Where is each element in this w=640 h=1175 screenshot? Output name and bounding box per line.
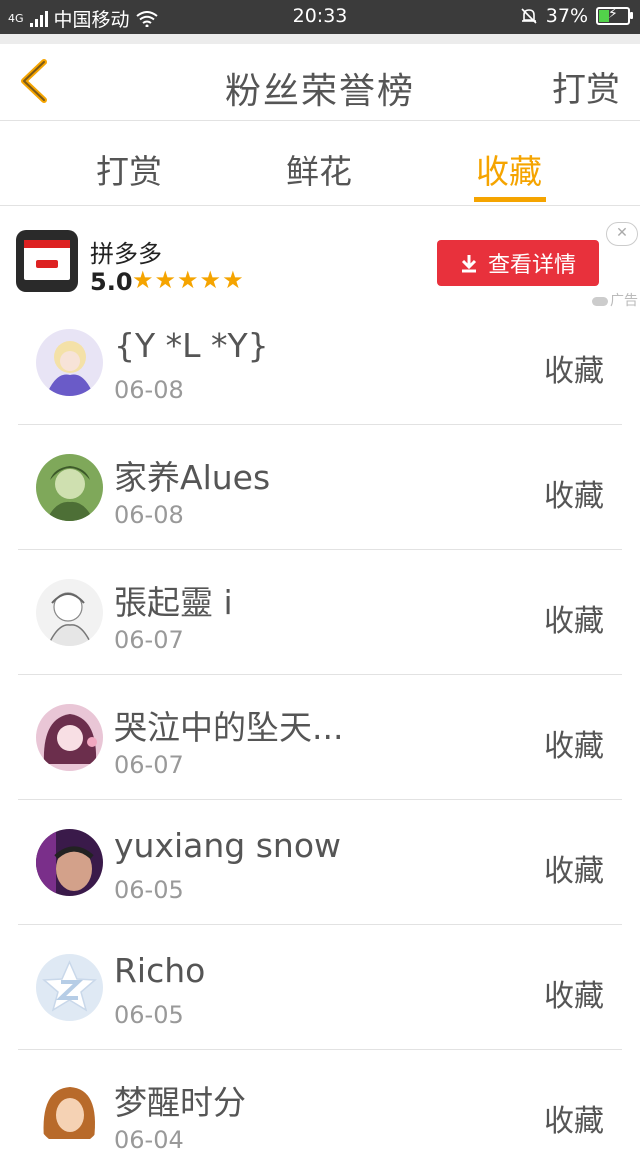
fan-date: 06-05 (114, 1001, 184, 1029)
fan-name: 家养Alues (114, 458, 271, 497)
tab-reward[interactable]: 打赏 (96, 145, 162, 193)
fan-date: 06-08 (114, 376, 184, 404)
list-item[interactable]: 哭泣中的坠天... 06-07 收藏 (0, 675, 640, 800)
fan-action: 收藏 (544, 479, 604, 514)
fan-date: 06-07 (114, 626, 184, 654)
avatar-image (36, 829, 103, 896)
fan-action: 收藏 (544, 979, 604, 1014)
tab-bar: 打赏 鲜花 收藏 (0, 121, 640, 206)
fan-date: 06-07 (114, 751, 184, 779)
ad-banner[interactable]: 拼多多 5.0 ★★★★★ 查看详情 ✕ 广告 (0, 206, 640, 310)
active-tab-indicator (474, 197, 546, 202)
fan-date: 06-05 (114, 876, 184, 904)
list-item[interactable]: yuxiang snow 06-05 收藏 (0, 800, 640, 925)
fan-name: 哭泣中的坠天... (114, 708, 344, 747)
fan-name: yuxiang snow (114, 826, 342, 865)
avatar[interactable] (36, 704, 103, 771)
fan-action: 收藏 (544, 729, 604, 764)
ad-rating: 5.0 (90, 268, 133, 296)
bell-muted-icon (521, 8, 537, 24)
fan-name: 張起靈 i (114, 583, 233, 622)
avatar[interactable] (36, 579, 103, 646)
fan-date: 06-04 (114, 1126, 184, 1154)
list-item[interactable]: 家养Alues 06-08 收藏 (0, 425, 640, 550)
reward-button[interactable]: 打赏 (552, 62, 620, 111)
ad-app-name: 拼多多 (90, 240, 162, 268)
avatar[interactable] (36, 1079, 103, 1146)
ad-details-button[interactable]: 查看详情 (437, 240, 599, 286)
avatar-image (36, 579, 103, 646)
avatar[interactable] (36, 829, 103, 896)
ad-close-button[interactable]: ✕ (606, 222, 638, 246)
download-icon (461, 255, 477, 273)
fan-date: 06-08 (114, 501, 184, 529)
fan-list: {Y *L *Y} 06-08 收藏 家养Alues 06-08 收藏 張起靈 … (0, 300, 640, 1175)
fan-action: 收藏 (544, 604, 604, 639)
ad-button-label: 查看详情 (487, 253, 576, 278)
list-item[interactable]: 梦醒时分 06-04 收藏 (0, 1050, 640, 1175)
battery-percent: 37% (545, 5, 588, 27)
list-item[interactable]: 張起靈 i 06-07 收藏 (0, 550, 640, 675)
fan-action: 收藏 (544, 354, 604, 389)
navigation-header: 粉丝荣誉榜 打赏 (0, 44, 640, 121)
avatar[interactable] (36, 329, 103, 396)
fan-name: 梦醒时分 (114, 1083, 246, 1122)
fan-name: Richo (114, 951, 206, 990)
bolt-icon: ⚡ (608, 6, 618, 22)
list-item[interactable]: Richo 06-05 收藏 (0, 925, 640, 1050)
tab-favorites[interactable]: 收藏 (476, 145, 542, 193)
avatar-image (36, 329, 103, 396)
page-title: 粉丝荣誉榜 (224, 71, 415, 112)
ad-stars-icon: ★★★★★ (132, 266, 245, 294)
battery-charging-icon: ⚡ (596, 6, 633, 25)
avatar-image (36, 704, 103, 771)
fan-name: {Y *L *Y} (114, 326, 269, 365)
avatar-image (36, 454, 103, 521)
list-item[interactable]: {Y *L *Y} 06-08 收藏 (0, 300, 640, 425)
status-bar: 4G 中国移动 20:33 37% ⚡ (0, 0, 640, 34)
ad-app-icon[interactable] (16, 230, 78, 292)
avatar[interactable] (36, 454, 103, 521)
fan-action: 收藏 (544, 1104, 604, 1139)
fan-action: 收藏 (544, 854, 604, 889)
avatar[interactable] (36, 954, 103, 1021)
header-gap (0, 34, 640, 44)
tab-flowers[interactable]: 鲜花 (286, 145, 352, 193)
avatar-image (36, 954, 103, 1021)
avatar-image (36, 1079, 103, 1146)
